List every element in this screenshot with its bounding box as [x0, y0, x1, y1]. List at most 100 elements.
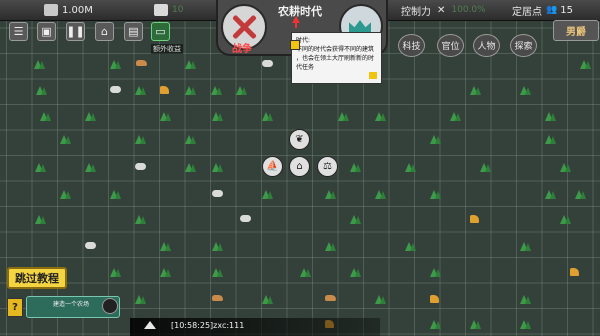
- tree-tile[interactable]: [185, 163, 197, 173]
- tree-tile[interactable]: [325, 242, 337, 252]
- people-button[interactable]: 人物: [473, 34, 500, 57]
- tree-tile[interactable]: [470, 320, 482, 330]
- tree-tile[interactable]: [350, 268, 362, 278]
- horse-tile[interactable]: [430, 295, 439, 303]
- scales-icon[interactable]: ⚖: [317, 156, 338, 177]
- tree-tile[interactable]: [405, 242, 417, 252]
- overseas-label: 额外收益: [151, 44, 183, 54]
- tree-tile[interactable]: [430, 135, 442, 145]
- tree-tile[interactable]: [325, 190, 337, 200]
- tree-tile[interactable]: [560, 215, 572, 225]
- tree-tile[interactable]: [34, 60, 46, 70]
- skip-tutorial-button[interactable]: 跳过教程: [7, 267, 67, 289]
- sheep-tile[interactable]: [85, 242, 96, 249]
- cattle-tile[interactable]: [136, 60, 147, 66]
- tree-tile[interactable]: [35, 215, 47, 225]
- book-button[interactable]: ▤: [124, 22, 143, 41]
- tree-tile[interactable]: [110, 268, 122, 278]
- menu-button[interactable]: ☰: [9, 22, 28, 41]
- tree-tile[interactable]: [135, 86, 147, 96]
- tree-tile[interactable]: [60, 190, 72, 200]
- tree-tile[interactable]: [35, 163, 47, 173]
- sheep-tile[interactable]: [212, 190, 223, 197]
- cattle-tile[interactable]: [212, 295, 223, 301]
- horse-tile[interactable]: [470, 215, 479, 223]
- horse-tile[interactable]: [160, 86, 169, 94]
- tree-tile[interactable]: [60, 135, 72, 145]
- tree-tile[interactable]: [110, 190, 122, 200]
- pause-button[interactable]: ❚❚: [66, 22, 85, 41]
- tree-tile[interactable]: [430, 190, 442, 200]
- tree-tile[interactable]: [405, 163, 417, 173]
- officer-button[interactable]: 官位: [437, 34, 464, 57]
- tree-tile[interactable]: [160, 268, 172, 278]
- quest-icon[interactable]: ?: [7, 298, 23, 317]
- tree-tile[interactable]: [85, 163, 97, 173]
- horse-tile[interactable]: [570, 268, 579, 276]
- tree-tile[interactable]: [520, 295, 532, 305]
- money-resource: 1.00M: [44, 2, 93, 18]
- tree-tile[interactable]: [470, 86, 482, 96]
- tree-tile[interactable]: [520, 86, 532, 96]
- tree-tile[interactable]: [520, 242, 532, 252]
- next-arrow-icon[interactable]: [369, 72, 377, 79]
- tree-tile[interactable]: [135, 215, 147, 225]
- tree-tile[interactable]: [350, 215, 362, 225]
- tree-tile[interactable]: [185, 135, 197, 145]
- tree-tile[interactable]: [375, 190, 387, 200]
- gift-button[interactable]: ▣: [37, 22, 56, 41]
- cattle-tile[interactable]: [325, 295, 336, 301]
- tree-tile[interactable]: [36, 86, 48, 96]
- tree-tile[interactable]: [135, 295, 147, 305]
- tech-button[interactable]: 科技: [398, 34, 425, 57]
- tree-tile[interactable]: [375, 112, 387, 122]
- tree-tile[interactable]: [160, 242, 172, 252]
- tree-tile[interactable]: [212, 163, 224, 173]
- tree-tile[interactable]: [160, 112, 172, 122]
- tree-tile[interactable]: [211, 86, 223, 96]
- leaf-icon[interactable]: ❦: [289, 129, 310, 150]
- tree-tile[interactable]: [262, 112, 274, 122]
- tree-tile[interactable]: [350, 163, 362, 173]
- chat-expand-icon[interactable]: [144, 321, 156, 329]
- tree-tile[interactable]: [262, 295, 274, 305]
- sheep-tile[interactable]: [262, 60, 273, 67]
- tree-tile[interactable]: [262, 190, 274, 200]
- tree-tile[interactable]: [212, 112, 224, 122]
- sheep-tile[interactable]: [240, 215, 251, 222]
- tree-tile[interactable]: [110, 60, 122, 70]
- tree-tile[interactable]: [580, 60, 592, 70]
- tree-tile[interactable]: [338, 112, 350, 122]
- tree-tile[interactable]: [450, 112, 462, 122]
- tree-tile[interactable]: [575, 190, 587, 200]
- tree-tile[interactable]: [430, 268, 442, 278]
- overseas-button[interactable]: ▭: [151, 22, 170, 41]
- tree-tile[interactable]: [520, 320, 532, 330]
- tree-tile[interactable]: [480, 163, 492, 173]
- tree-tile[interactable]: [545, 190, 557, 200]
- tree-tile[interactable]: [545, 112, 557, 122]
- sheep-tile[interactable]: [135, 163, 146, 170]
- tree-tile[interactable]: [545, 135, 557, 145]
- tech-label: 科技: [402, 42, 421, 52]
- temple-icon[interactable]: ⌂: [289, 156, 310, 177]
- tree-tile[interactable]: [40, 112, 52, 122]
- tree-tile[interactable]: [185, 60, 197, 70]
- tree-tile[interactable]: [135, 135, 147, 145]
- tooltip-toggle[interactable]: [290, 40, 300, 50]
- tree-tile[interactable]: [430, 320, 442, 330]
- tree-tile[interactable]: [185, 86, 197, 96]
- expedition-button[interactable]: 探索: [510, 34, 537, 57]
- tree-tile[interactable]: [85, 112, 97, 122]
- tree-tile[interactable]: [236, 86, 248, 96]
- tree-tile[interactable]: [212, 242, 224, 252]
- tree-tile[interactable]: [560, 163, 572, 173]
- tree-tile[interactable]: [375, 295, 387, 305]
- tree-tile[interactable]: [212, 268, 224, 278]
- rank-badge[interactable]: 男爵: [553, 20, 599, 41]
- sheep-tile[interactable]: [110, 86, 121, 93]
- chat-bar[interactable]: [130, 318, 380, 336]
- tree-tile[interactable]: [300, 268, 312, 278]
- bank-button[interactable]: ⌂: [95, 22, 114, 41]
- sail-icon[interactable]: ⛵: [262, 156, 283, 177]
